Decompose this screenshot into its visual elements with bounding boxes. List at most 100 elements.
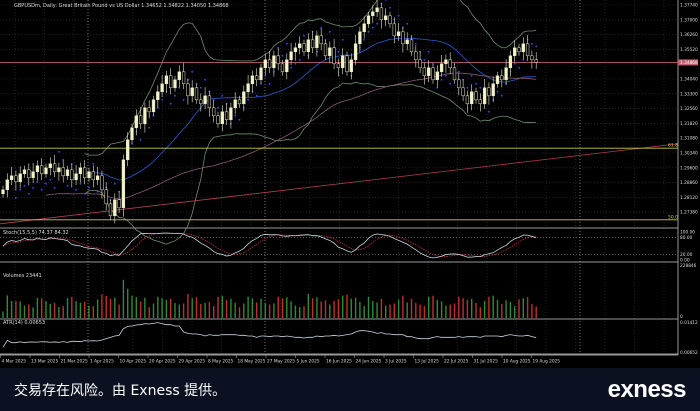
candle-body xyxy=(293,47,298,53)
price-tick-label: 1.28860 xyxy=(680,180,698,186)
candle-body xyxy=(409,39,414,53)
parabolic-sar-dot xyxy=(139,138,142,141)
date-label: 10 Apr 2025 xyxy=(120,359,147,365)
candle-body xyxy=(323,43,328,57)
candle-body xyxy=(392,23,396,37)
date-label: 4 Mar 2025 xyxy=(2,359,27,365)
parabolic-sar-dot xyxy=(513,62,516,65)
parabolic-sar-dot xyxy=(247,98,250,101)
candle-body xyxy=(508,55,513,69)
parabolic-sar-dot xyxy=(423,58,426,61)
candle-body xyxy=(482,87,487,105)
date-label: 16 Jun 2025 xyxy=(326,359,352,365)
candle-body xyxy=(310,39,315,49)
candle-body xyxy=(341,55,345,69)
candle-body xyxy=(151,99,156,113)
candle-body xyxy=(289,51,293,61)
parabolic-sar-dot xyxy=(518,66,520,69)
candle-body xyxy=(190,87,194,97)
candle-body xyxy=(216,115,220,125)
date-label: 22 Jul 2025 xyxy=(444,359,469,365)
parabolic-sar-dot xyxy=(40,188,43,191)
fibonacci-level-label: 61.8 xyxy=(668,143,678,149)
candle-body xyxy=(491,83,495,97)
candle-body xyxy=(328,47,332,57)
candle-body xyxy=(276,55,280,65)
candle-body xyxy=(156,91,160,101)
candle-body xyxy=(1,189,5,195)
date-label: 13 Jul 2025 xyxy=(415,359,440,365)
candle-body xyxy=(530,55,534,61)
candle-body xyxy=(414,51,418,61)
parabolic-sar-dot xyxy=(445,74,447,77)
candle-body xyxy=(9,175,14,181)
candle-body xyxy=(534,59,538,63)
indicator-overlays: 61.8 50.0 xyxy=(0,0,678,245)
parabolic-sar-dot xyxy=(371,26,374,29)
candle-body xyxy=(83,167,87,179)
parabolic-sar-dot xyxy=(199,86,202,89)
candle-body xyxy=(194,87,199,101)
parabolic-sar-dot xyxy=(449,82,452,85)
parabolic-sar-dot xyxy=(298,58,301,61)
exness-logo: exness xyxy=(607,375,687,403)
stoch-signal-line xyxy=(2,232,537,258)
indicator-panels xyxy=(0,227,678,355)
candle-body xyxy=(242,91,246,105)
parabolic-sar-dot xyxy=(15,196,17,199)
price-chart[interactable]: 61.8 50.0 1.37740 1.37000 1.36260 1.35520 1.3… xyxy=(0,0,700,368)
candle-body xyxy=(117,199,121,209)
stoch-axis-label: 0.00 xyxy=(680,258,690,264)
candle-body xyxy=(422,67,427,77)
parabolic-sar-dot xyxy=(66,184,69,187)
candle-body xyxy=(100,175,104,191)
candle-body xyxy=(478,99,482,105)
candle-body xyxy=(212,107,216,117)
candle-body xyxy=(164,75,169,85)
candle-body xyxy=(319,35,323,45)
candle-body xyxy=(14,175,18,183)
candle-body xyxy=(513,47,517,57)
parabolic-sar-dot xyxy=(27,192,30,195)
candle-body xyxy=(224,111,229,121)
price-tick-label: 1.27380 xyxy=(680,210,698,216)
candle-body xyxy=(396,31,401,37)
parabolic-sar-dot xyxy=(204,78,207,81)
candle-body xyxy=(315,35,319,49)
candle-body xyxy=(495,75,500,85)
candle-body xyxy=(371,11,375,17)
parabolic-sar-dot xyxy=(49,178,52,181)
atr-axis-label: 0.01412 xyxy=(680,320,698,326)
candle-body xyxy=(435,71,439,81)
candle-body xyxy=(108,203,113,217)
candle-body xyxy=(255,75,259,81)
price-tick-label: 1.36260 xyxy=(680,32,698,38)
parabolic-sar-dot xyxy=(531,42,533,45)
fibonacci-level-label: 50.0 xyxy=(668,214,678,220)
parabolic-sar-dot xyxy=(281,54,284,57)
parabolic-sar-dot xyxy=(238,118,241,121)
price-tick-label: 1.33300 xyxy=(680,91,698,97)
price-tick-label: 1.28120 xyxy=(680,195,698,201)
parabolic-sar-dot xyxy=(470,74,473,77)
candle-body xyxy=(5,179,9,191)
atr-label: ATR(14) 0.00653 xyxy=(3,320,45,326)
candle-body xyxy=(384,15,388,21)
bollinger-upper xyxy=(84,0,537,156)
parabolic-sar-dot xyxy=(96,190,99,193)
stoch-axis-label: 80.00 xyxy=(680,235,693,241)
candle-body xyxy=(220,111,224,125)
parabolic-sar-dot xyxy=(500,94,503,97)
candle-body xyxy=(448,59,452,69)
date-label: 3 Jul 2025 xyxy=(385,359,407,365)
price-tick-label: 1.32560 xyxy=(680,106,698,112)
candle-body xyxy=(418,59,422,69)
date-label: 13 Mar 2025 xyxy=(31,359,59,365)
price-tick-label: 1.37000 xyxy=(680,17,698,23)
parabolic-sar-dot xyxy=(75,188,77,191)
candle-body xyxy=(345,55,349,73)
stoch-label: Stoch(15,5,5) 74.37 84.32 xyxy=(3,230,69,236)
date-label: 19 Aug 2025 xyxy=(533,359,561,365)
candle-body xyxy=(375,7,379,13)
volumes-label: Volumes 23441 xyxy=(3,273,42,279)
